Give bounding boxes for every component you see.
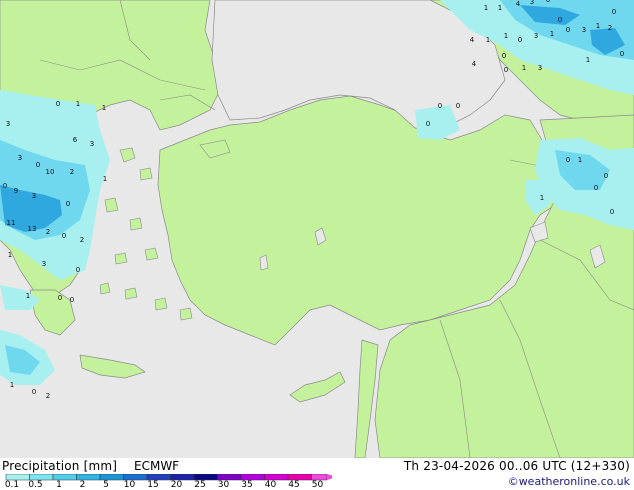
precip-value-label: 1 bbox=[102, 104, 106, 112]
precip-value-label: 0 bbox=[594, 184, 598, 192]
model-name: ECMWF bbox=[134, 459, 180, 473]
precip-value-label: 4 bbox=[470, 36, 475, 44]
precip-value-label: 0 bbox=[518, 36, 522, 44]
precip-value-label: 0 bbox=[456, 102, 460, 110]
valid-time: Th 23-04-2026 00..06 UTC (12+330) bbox=[403, 459, 630, 473]
precip-value-label: 9 bbox=[14, 187, 18, 195]
precip-value-label: 1 bbox=[484, 4, 488, 12]
precip-value-label: 3 bbox=[6, 120, 10, 128]
precip-value-label: 1 bbox=[486, 36, 490, 44]
precip-value-label: 1 bbox=[578, 156, 582, 164]
precip-value-label: 1 bbox=[540, 194, 544, 202]
scale-tick-label: 0.1 bbox=[4, 480, 20, 490]
precip-value-label: 0 bbox=[3, 182, 7, 190]
precip-value-label: 0 bbox=[62, 232, 66, 240]
precip-value-label: 3 bbox=[538, 64, 542, 72]
precip-value-label: 1 bbox=[26, 292, 30, 300]
precip-value-label: 0 bbox=[558, 16, 562, 24]
scale-ticks: 0.1 0.5 1 2 5 10 15 20 25 30 35 40 45 50 bbox=[0, 480, 330, 490]
precip-value-label: 2 bbox=[46, 392, 50, 400]
precip-value-label: 1 bbox=[8, 251, 12, 259]
precip-value-label: 0 bbox=[612, 8, 616, 16]
scale-tick-label: 45 bbox=[288, 480, 300, 490]
scale-tick-label: 20 bbox=[170, 480, 183, 490]
scale-tick-label: 30 bbox=[217, 480, 230, 490]
precip-value-label: 0 bbox=[566, 156, 570, 164]
precip-value-label: 11 bbox=[7, 219, 16, 227]
precip-value-label: 3 bbox=[90, 140, 94, 148]
precip-value-label: 0 bbox=[504, 66, 508, 74]
precip-value-label: 2 bbox=[80, 236, 84, 244]
precip-value-label: 0 bbox=[566, 26, 570, 34]
precip-value-label: 0 bbox=[76, 266, 80, 274]
precip-value-label: 0 bbox=[610, 208, 614, 216]
scale-tick-label: 1 bbox=[56, 480, 62, 490]
precip-value-label: 6 bbox=[73, 136, 78, 144]
precip-value-label: 0 bbox=[66, 200, 70, 208]
precip-value-label: 1 bbox=[596, 22, 600, 30]
precip-value-label: 1 bbox=[76, 100, 80, 108]
precip-value-label: 0 bbox=[438, 102, 442, 110]
precipitation-map[interactable]: 3 6 3 2 1 3 0 9 3 10 0 11 13 2 0 2 1 0 1 0 3 0 0 0 1 0 2 1 1 1143041… bbox=[0, 0, 634, 458]
precip-value-label: 1 bbox=[10, 381, 14, 389]
footer: Precipitation [mm] ECMWF Th 23-04-2026 0… bbox=[0, 458, 634, 490]
scale-tick-label: 50 bbox=[311, 480, 324, 490]
precip-value-label: 2 bbox=[608, 24, 612, 32]
scale-tick-label: 0.5 bbox=[28, 480, 43, 490]
scale-tick-label: 40 bbox=[264, 480, 277, 490]
scale-tick-label: 5 bbox=[103, 480, 109, 490]
precip-value-label: 0 bbox=[546, 0, 550, 4]
precip-value-label: 0 bbox=[502, 52, 506, 60]
chart-title: Precipitation [mm] bbox=[2, 459, 118, 473]
precip-value-label: 1 bbox=[522, 64, 526, 72]
scale-tick-label: 35 bbox=[241, 480, 253, 490]
precip-value-label: 3 bbox=[534, 32, 538, 40]
precip-value-label: 3 bbox=[32, 192, 36, 200]
precip-value-label: 0 bbox=[604, 172, 608, 180]
scale-tick-label: 25 bbox=[194, 480, 206, 490]
precip-value-label: 0 bbox=[426, 120, 430, 128]
precip-value-label: 13 bbox=[28, 225, 37, 233]
scale-tick-label: 15 bbox=[147, 480, 159, 490]
precip-value-label: 0 bbox=[58, 294, 62, 302]
precip-value-label: 0 bbox=[36, 161, 40, 169]
precip-value-label: 3 bbox=[530, 0, 534, 6]
precip-value-label: 3 bbox=[18, 154, 22, 162]
precip-value-label: 1 bbox=[504, 32, 508, 40]
credit-link[interactable]: ©weatheronline.co.uk bbox=[508, 475, 630, 488]
map-canvas: 36 32130931001113 2 0 210 10300 010 211 1 1 4 3 04 1… bbox=[0, 0, 634, 458]
scale-tick-label: 2 bbox=[79, 480, 86, 490]
precip-value-label: 10 bbox=[46, 168, 55, 176]
precip-value-label: 3 bbox=[42, 260, 46, 268]
precip-value-label: 0 bbox=[70, 296, 74, 304]
precip-value-label: 0 bbox=[56, 100, 60, 108]
precip-value-label: 0 bbox=[620, 50, 624, 58]
precip-value-label: 0 bbox=[32, 388, 36, 396]
precip-value-label: 4 bbox=[472, 60, 477, 68]
precip-value-label: 1 bbox=[103, 175, 107, 183]
precip-value-label: 4 bbox=[516, 0, 521, 8]
precip-value-label: 1 bbox=[586, 56, 590, 64]
precip-value-label: 2 bbox=[70, 168, 74, 176]
precip-value-label: 1 bbox=[498, 4, 502, 12]
precip-value-label: 1 bbox=[550, 30, 554, 38]
precip-value-label: 2 bbox=[46, 228, 50, 236]
precip-value-label: 3 bbox=[582, 26, 586, 34]
scale-tick-label: 10 bbox=[123, 480, 136, 490]
